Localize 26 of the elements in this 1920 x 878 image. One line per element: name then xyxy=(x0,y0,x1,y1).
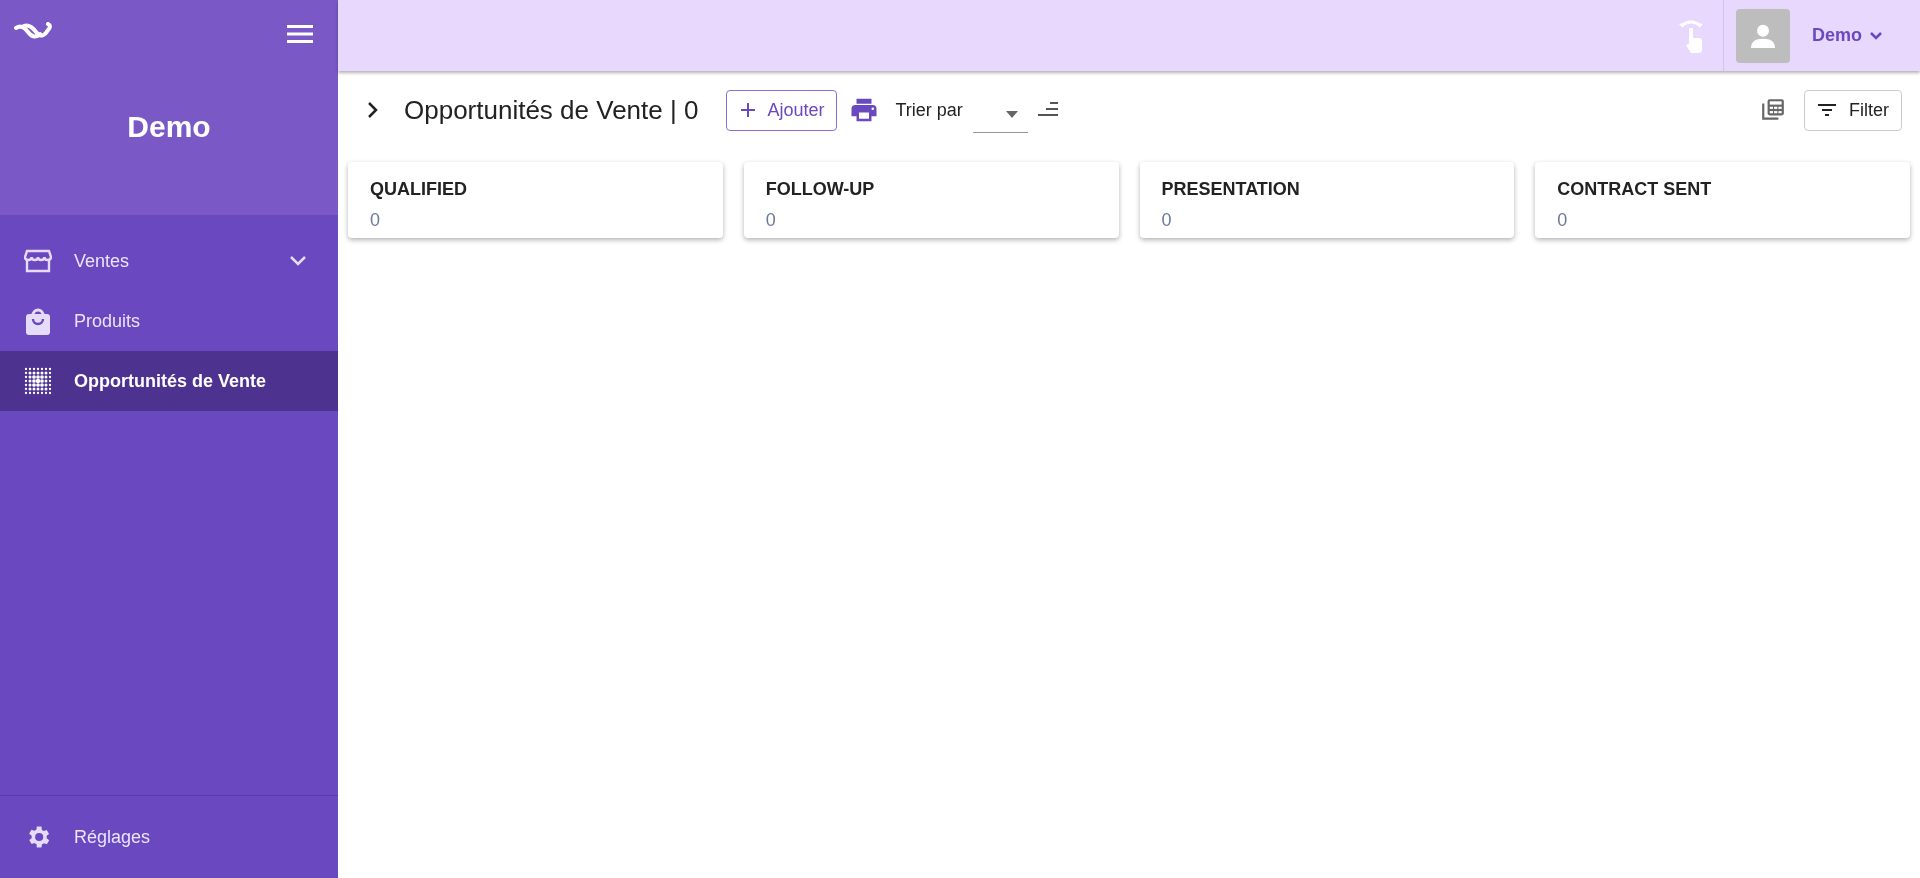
stage-title: QUALIFIED xyxy=(370,178,468,201)
filter-icon xyxy=(1817,103,1837,117)
print-icon[interactable] xyxy=(849,96,880,124)
user-menu[interactable]: Demo xyxy=(1812,22,1884,49)
shopping-bag-icon xyxy=(25,306,51,336)
dot-grid-icon xyxy=(24,367,52,395)
storefront-icon xyxy=(24,248,52,274)
plus-icon xyxy=(739,101,758,119)
stage-title: PRESENTATION xyxy=(1161,178,1301,201)
sidebar-item[interactable]: Ventes xyxy=(0,231,338,291)
sidebar-title: Demo xyxy=(127,109,211,145)
stage-count: 0 xyxy=(1557,209,1569,232)
settings-item[interactable]: Réglages xyxy=(0,807,338,867)
stage-title: FOLLOW-UP xyxy=(765,178,876,201)
stage-count: 0 xyxy=(370,209,381,232)
dropdown-arrow-icon xyxy=(1005,110,1018,119)
page-title: Opportunités de Vente | 0 xyxy=(404,93,699,127)
sort-label: Trier par xyxy=(895,98,963,122)
stage-title: CONTRACT SENT xyxy=(1557,178,1713,201)
stage-count: 0 xyxy=(765,209,777,232)
add-button[interactable]: Ajouter xyxy=(726,89,838,131)
sidebar-item[interactable]: Produits xyxy=(0,291,338,351)
sidebar-item[interactable]: Opportunités de Vente xyxy=(0,351,338,411)
stage-count: 0 xyxy=(1161,209,1173,232)
filter-button[interactable]: Filter xyxy=(1804,89,1902,131)
calculator-icon[interactable] xyxy=(1760,97,1786,123)
